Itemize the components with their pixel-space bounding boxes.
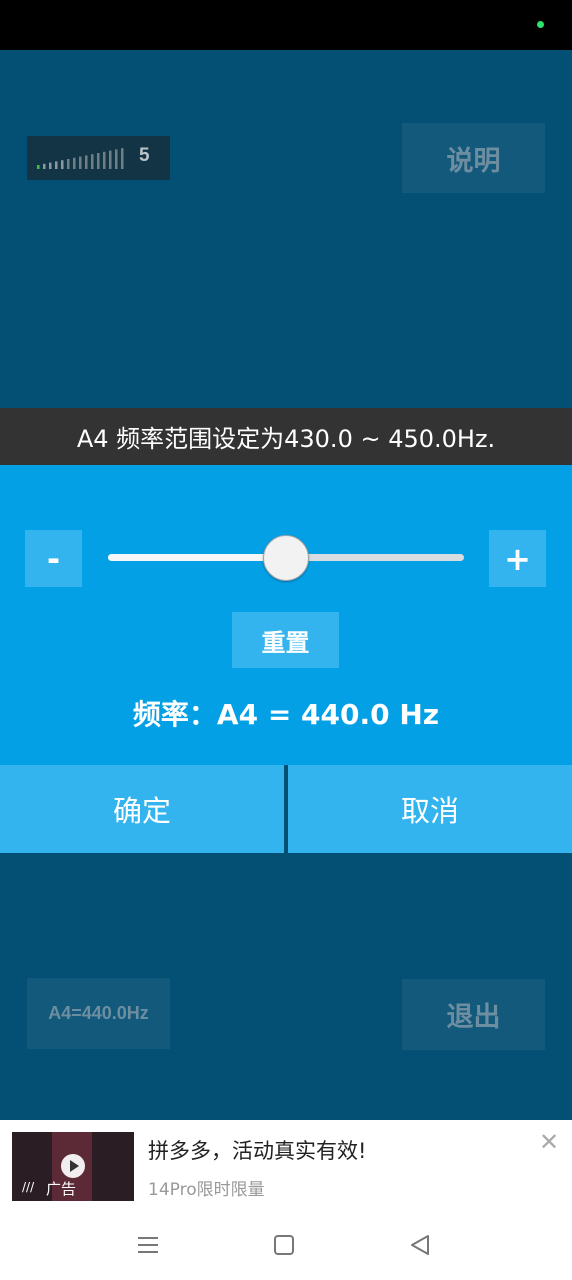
volume-bar [97, 153, 100, 169]
volume-bar [61, 160, 64, 169]
volume-bar [115, 149, 118, 169]
frequency-slider[interactable] [108, 535, 464, 581]
ad-title[interactable]: 拼多多，活动真实有效! [148, 1135, 366, 1165]
volume-bar [79, 156, 82, 169]
ad-thumbnail[interactable]: /// 广告 [12, 1132, 134, 1201]
back-triangle-icon[interactable] [407, 1233, 433, 1257]
frequency-dialog: - + 重置 频率：A4 = 440.0 Hz [0, 465, 572, 765]
ad-tag: 广告 [46, 1180, 77, 1198]
ad-logo-icon: /// [22, 1180, 35, 1194]
status-bar [0, 0, 572, 50]
volume-bar [37, 165, 40, 169]
slider-fill [108, 554, 286, 561]
volume-bar [121, 148, 124, 169]
help-button[interactable]: 说明 [402, 123, 545, 193]
volume-bar [73, 157, 76, 169]
volume-bar [55, 161, 58, 169]
dialog-title: A4 频率范围设定为430.0 ~ 450.0Hz. [0, 408, 572, 465]
ad-subtitle: 14Pro限时限量 [148, 1180, 265, 1200]
confirm-button[interactable]: 确定 [0, 765, 284, 853]
volume-bars-icon [37, 148, 124, 169]
volume-indicator[interactable]: 5 [27, 136, 170, 180]
volume-bar [85, 155, 88, 169]
increase-button[interactable]: + [489, 530, 546, 587]
status-indicator-dot [537, 21, 544, 28]
frequency-readout: 频率：A4 = 440.0 Hz [132, 698, 440, 731]
volume-bar [49, 162, 52, 169]
a4-frequency-button[interactable]: A4=440.0Hz [27, 978, 170, 1049]
volume-bar [103, 151, 106, 169]
cancel-button[interactable]: 取消 [288, 765, 572, 853]
volume-bar [67, 159, 70, 169]
volume-bar [109, 150, 112, 169]
exit-button[interactable]: 退出 [402, 979, 545, 1050]
volume-level-label: 5 [139, 145, 150, 166]
play-icon[interactable] [61, 1154, 85, 1178]
close-icon[interactable]: ✕ [537, 1130, 561, 1154]
menu-icon[interactable] [135, 1233, 161, 1257]
home-square-icon[interactable] [271, 1233, 297, 1257]
ad-banner[interactable]: /// 广告 拼多多，活动真实有效! 14Pro限时限量 ✕ [0, 1120, 572, 1210]
volume-bar [91, 154, 94, 169]
navigation-bar [0, 1210, 572, 1280]
decrease-button[interactable]: - [25, 530, 82, 587]
volume-bar [43, 163, 46, 169]
reset-button[interactable]: 重置 [232, 612, 339, 668]
slider-thumb[interactable] [263, 535, 309, 581]
